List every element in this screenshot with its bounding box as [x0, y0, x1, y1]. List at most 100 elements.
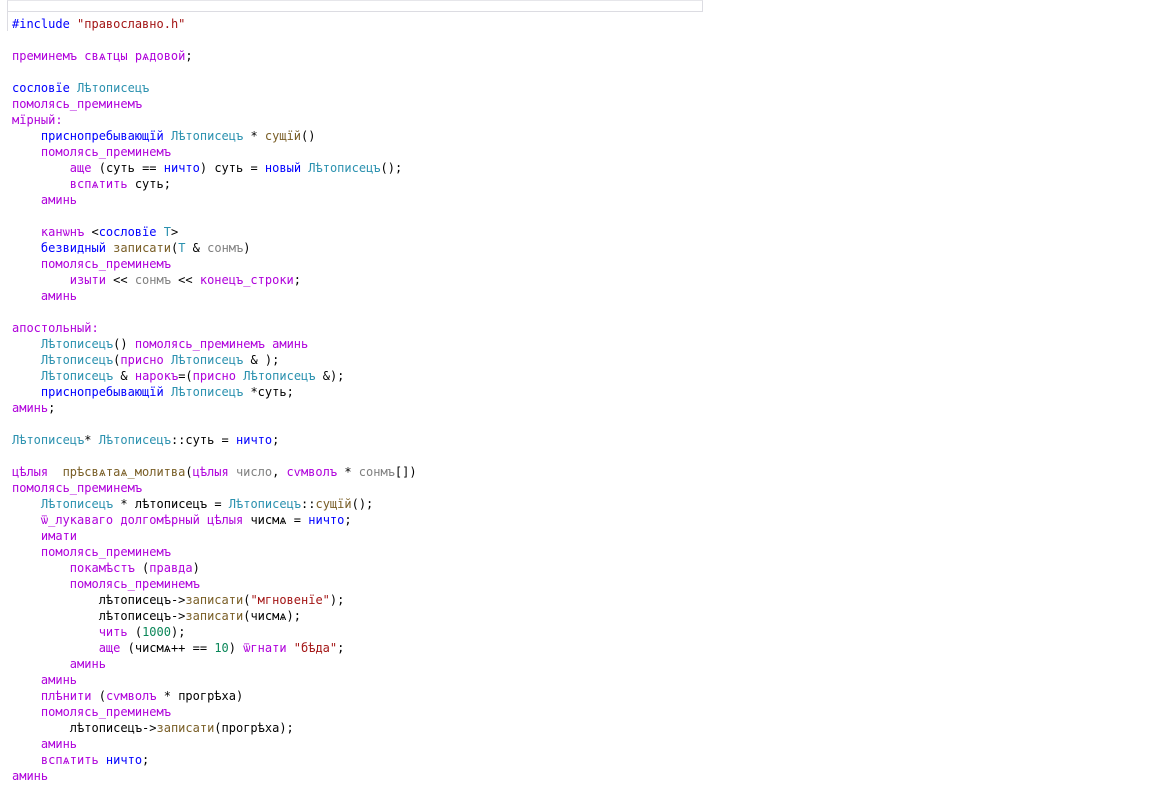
- code-token: свѧтцы: [84, 49, 127, 63]
- code-token: безвидный: [41, 241, 106, 255]
- code-line: чить (1000);: [12, 624, 1152, 640]
- code-token: сословїе: [12, 81, 70, 95]
- code-token: аминь: [12, 769, 48, 783]
- code-token: помолясь_преминемъ: [41, 257, 171, 271]
- code-token: [12, 33, 19, 47]
- code-token: 10: [214, 641, 228, 655]
- code-token: (): [113, 337, 135, 351]
- code-token: ::: [301, 497, 315, 511]
- code-token: аминь: [70, 657, 106, 671]
- code-token: Лѣтописецъ: [171, 385, 243, 399]
- code-token: [164, 129, 171, 143]
- code-token: (: [185, 465, 192, 479]
- code-token: Лѣтописецъ: [243, 369, 315, 383]
- code-line: плѣнити (сѵмволъ * прогрѣха): [12, 688, 1152, 704]
- code-line: Лѣтописецъ & нарокъ=(присно Лѣтописецъ &…: [12, 368, 1152, 384]
- code-line: лѣтописецъ->записати(чисмѧ);: [12, 608, 1152, 624]
- code-token: Лѣтописецъ: [12, 433, 84, 447]
- code-token: долгомѣрный: [120, 513, 199, 527]
- code-token: чисмѧ: [250, 609, 286, 623]
- code-token: сущїй: [315, 497, 351, 511]
- code-token: *: [243, 385, 257, 399]
- code-token: конецъ_строки: [200, 273, 294, 287]
- code-token: );: [330, 593, 344, 607]
- code-token: число: [236, 465, 272, 479]
- code-line: лѣтописецъ->записати("мгновенїе");: [12, 592, 1152, 608]
- code-token: ->: [171, 593, 185, 607]
- code-token: [12, 705, 41, 719]
- code-line: [12, 32, 1152, 48]
- code-line: безвидный записати(T & сонмъ): [12, 240, 1152, 256]
- code-token: цѣлыя: [12, 465, 48, 479]
- code-token: ();: [352, 497, 374, 511]
- code-token: записати: [185, 609, 243, 623]
- code-token: [287, 641, 294, 655]
- code-token: лѣтописецъ: [135, 497, 207, 511]
- code-token: [12, 497, 41, 511]
- code-token: [12, 625, 99, 639]
- code-line: апостольный:: [12, 320, 1152, 336]
- code-token: записати: [113, 241, 171, 255]
- code-token: вспѧтить: [41, 753, 99, 767]
- code-line: вспѧтить ничто;: [12, 752, 1152, 768]
- code-token: *: [84, 433, 98, 447]
- code-token: "бѣда": [294, 641, 337, 655]
- code-token: ,: [272, 465, 286, 479]
- code-token: сословїе: [99, 225, 157, 239]
- code-token: [12, 177, 70, 191]
- code-token: помолясь_преминемъ: [41, 545, 171, 559]
- code-token: [12, 65, 19, 79]
- code-token: помолясь_преминемъ: [70, 577, 200, 591]
- code-line: помолясь_преминемъ: [12, 576, 1152, 592]
- code-token: сущїй: [265, 129, 301, 143]
- code-token: Лѣтописецъ: [99, 433, 171, 447]
- code-line: аминь: [12, 192, 1152, 208]
- code-editor[interactable]: #include "православно.h" преминемъ свѧтц…: [12, 16, 1152, 801]
- code-token: помолясь_преминемъ: [135, 337, 265, 351]
- code-line: аминь: [12, 736, 1152, 752]
- code-line: Лѣтописецъ(присно Лѣтописецъ & );: [12, 352, 1152, 368]
- code-token: [164, 385, 171, 399]
- code-token: ;: [337, 641, 344, 655]
- code-line: приснопребывающїй Лѣтописецъ *суть;: [12, 384, 1152, 400]
- code-token: (: [135, 561, 149, 575]
- code-token: [12, 673, 41, 687]
- code-token: Лѣтописецъ: [77, 81, 149, 95]
- code-token: аще: [99, 641, 121, 655]
- code-token: ::: [171, 433, 185, 447]
- code-token: [12, 529, 41, 543]
- code-token: (: [214, 721, 221, 735]
- code-token: ->: [142, 721, 156, 735]
- code-line: аминь: [12, 768, 1152, 784]
- code-line: [12, 208, 1152, 224]
- code-token: [12, 129, 41, 143]
- code-line: помолясь_преминемъ: [12, 480, 1152, 496]
- code-token: ничто: [236, 433, 272, 447]
- code-token: <: [84, 225, 98, 239]
- code-line: помолясь_преминемъ: [12, 144, 1152, 160]
- code-token: *: [243, 129, 265, 143]
- code-token: помолясь_преминемъ: [41, 705, 171, 719]
- code-token: Лѣтописецъ: [41, 353, 113, 367]
- code-token: [12, 689, 41, 703]
- code-token: (: [91, 689, 105, 703]
- code-line: сословїе Лѣтописецъ: [12, 80, 1152, 96]
- code-line: Лѣтописецъ * лѣтописецъ = Лѣтописецъ::су…: [12, 496, 1152, 512]
- code-token: >: [171, 225, 178, 239]
- code-token: плѣнити: [41, 689, 92, 703]
- code-token: суть: [214, 161, 243, 175]
- code-token: [12, 369, 41, 383]
- code-token: ничто: [164, 161, 200, 175]
- code-token: ++ ==: [171, 641, 214, 655]
- code-token: ): [229, 641, 243, 655]
- code-token: покамѣстъ: [70, 561, 135, 575]
- code-token: цѣлыя: [193, 465, 229, 479]
- code-token: [12, 161, 70, 175]
- code-token: *: [157, 689, 179, 703]
- code-token: =: [287, 513, 309, 527]
- code-token: =(: [178, 369, 192, 383]
- code-token: =: [243, 161, 265, 175]
- code-token: ничто: [308, 513, 344, 527]
- code-token: =: [214, 433, 236, 447]
- code-token: сѵмволъ: [287, 465, 338, 479]
